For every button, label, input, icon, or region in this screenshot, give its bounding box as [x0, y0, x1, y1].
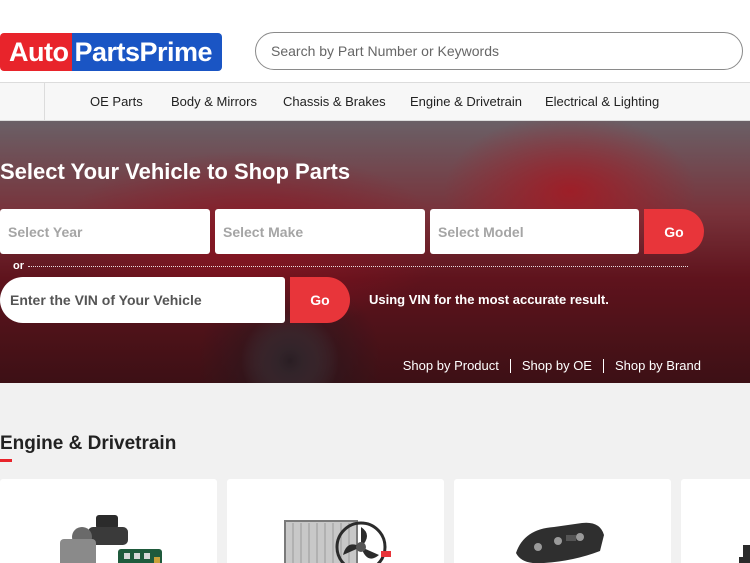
site-header: Auto PartsPrime — [0, 0, 750, 82]
hero-title: Select Your Vehicle to Shop Parts — [0, 159, 351, 184]
search-box — [255, 32, 743, 70]
vehicle-selector-hero: Select Your Vehicle to Shop Parts Go or … — [0, 121, 750, 383]
product-card[interactable] — [681, 479, 750, 563]
nav-item-oe-parts[interactable]: OE Parts — [90, 83, 143, 120]
nav-menu-button[interactable] — [0, 83, 45, 120]
vin-note: Using VIN for the most accurate result. — [369, 292, 609, 307]
year-select-input[interactable] — [0, 209, 210, 254]
section-title: Engine & Drivetrain — [0, 433, 177, 454]
nav-item-electrical-lighting[interactable]: Electrical & Lighting — [545, 83, 659, 120]
year-select[interactable] — [0, 209, 210, 254]
make-select-input[interactable] — [215, 209, 425, 254]
model-select-input[interactable] — [430, 209, 639, 254]
shop-by-product-link[interactable]: Shop by Product — [403, 358, 499, 373]
vin-field[interactable] — [0, 277, 285, 323]
link-separator — [509, 358, 511, 373]
category-section: Engine & Drivetrain — [0, 383, 750, 563]
distributor-icon — [60, 515, 162, 563]
nav-item-engine-drivetrain[interactable]: Engine & Drivetrain — [410, 83, 522, 120]
shop-by-links: Shop by Product Shop by OE Shop by Brand — [403, 358, 701, 373]
dotted-divider — [28, 266, 688, 267]
or-divider: or — [0, 260, 690, 274]
nav-item-body-mirrors[interactable]: Body & Mirrors — [171, 83, 257, 120]
title-underline — [0, 459, 12, 462]
make-select[interactable] — [215, 209, 425, 254]
radiator-icon — [284, 520, 391, 563]
vin-input[interactable] — [0, 277, 285, 323]
engine-part-icon — [739, 545, 750, 563]
logo-parts-prime-text: PartsPrime — [72, 33, 223, 71]
shop-by-brand-link[interactable]: Shop by Brand — [615, 358, 701, 373]
link-separator — [602, 358, 604, 373]
model-select[interactable] — [430, 209, 639, 254]
vehicle-go-button[interactable]: Go — [644, 209, 704, 254]
product-card[interactable] — [0, 479, 217, 563]
page: Auto PartsPrime OE Parts Body & Mirrors … — [0, 0, 750, 563]
valve-cover-icon — [516, 522, 604, 563]
vin-go-button[interactable]: Go — [290, 277, 350, 323]
main-nav: OE Parts Body & Mirrors Chassis & Brakes… — [0, 82, 750, 121]
logo-auto-text: Auto — [0, 33, 73, 71]
shop-by-oe-link[interactable]: Shop by OE — [522, 358, 592, 373]
product-card[interactable] — [227, 479, 444, 563]
search-input[interactable] — [256, 33, 742, 69]
product-card[interactable] — [454, 479, 671, 563]
site-logo[interactable]: Auto PartsPrime — [0, 33, 223, 71]
nav-item-chassis-brakes[interactable]: Chassis & Brakes — [283, 83, 386, 120]
or-label: or — [13, 260, 24, 272]
